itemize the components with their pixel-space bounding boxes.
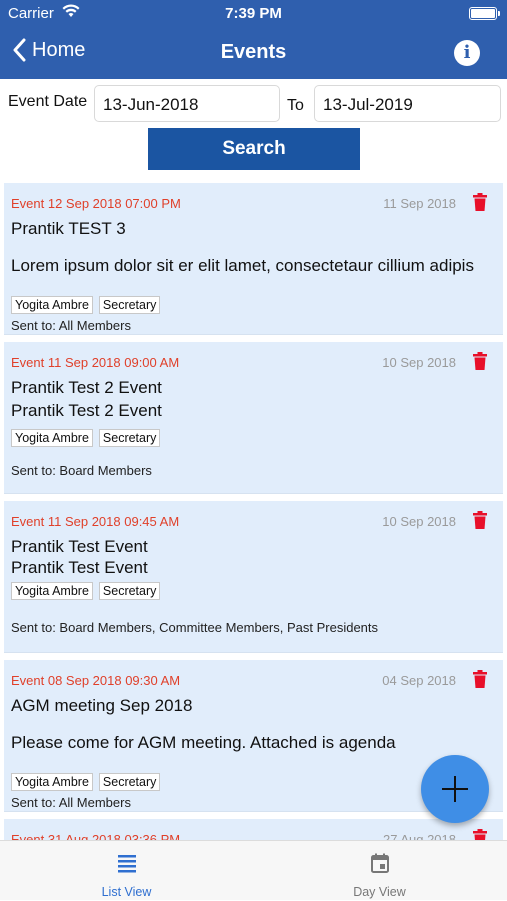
from-date-field[interactable]: 13-Jun-2018 xyxy=(94,85,280,122)
posted-date: 10 Sep 2018 xyxy=(382,355,456,370)
event-description: Lorem ipsum dolor sit er elit lamet, con… xyxy=(11,256,474,275)
posted-date: 11 Sep 2018 xyxy=(383,196,456,211)
add-event-button[interactable] xyxy=(421,755,489,823)
sent-to: Sent to: Board Members, Committee Member… xyxy=(11,620,379,635)
date-filter: Event Date 13-Jun-2018 To 13-Jul-2019 Se… xyxy=(0,79,507,181)
event-description: Prantik Test 2 Event xyxy=(11,401,162,420)
status-bar: Carrier 7:39 PM xyxy=(0,0,507,28)
info-icon[interactable]: i xyxy=(454,40,480,66)
tab-label: List View xyxy=(101,885,152,899)
event-title: Prantik Test 2 Event xyxy=(11,378,162,397)
trash-icon[interactable] xyxy=(473,511,487,534)
event-card[interactable]: Event 31 Aug 2018 03:36 PM 27 Aug 2018 xyxy=(4,819,503,840)
event-title: AGM meeting Sep 2018 xyxy=(11,696,193,715)
event-date-label: Event Date xyxy=(8,93,88,110)
author-name: Yogita Ambre xyxy=(11,296,93,314)
event-card[interactable]: Event 11 Sep 2018 09:00 AM 10 Sep 2018 P… xyxy=(4,342,503,494)
navigation-bar: Home Events i xyxy=(0,28,507,79)
posted-date: 10 Sep 2018 xyxy=(382,514,456,529)
author-name: Yogita Ambre xyxy=(11,582,93,600)
author-role: Secretary xyxy=(98,773,161,791)
clock: 7:39 PM xyxy=(225,5,282,22)
event-datetime: Event 11 Sep 2018 09:45 AM xyxy=(11,514,180,529)
author-role: Secretary xyxy=(98,296,161,314)
author-tags: Yogita Ambre Secretary xyxy=(11,296,161,314)
event-title: Prantik Test Event xyxy=(11,537,148,556)
trash-icon[interactable] xyxy=(473,193,487,216)
author-role: Secretary xyxy=(98,582,161,600)
author-tags: Yogita Ambre Secretary xyxy=(11,429,161,447)
tab-list-view[interactable]: List View xyxy=(0,841,253,901)
tab-bar: List View Day View xyxy=(0,840,507,900)
sent-to: Sent to: All Members xyxy=(11,795,131,810)
to-label: To xyxy=(287,97,304,114)
event-description: Prantik Test Event xyxy=(11,558,148,577)
sent-to: Sent to: All Members xyxy=(11,318,131,333)
list-icon xyxy=(117,855,136,873)
event-description: Please come for AGM meeting. Attached is… xyxy=(11,733,396,752)
author-role: Secretary xyxy=(98,429,161,447)
tab-label: Day View xyxy=(353,885,406,899)
tab-day-view[interactable]: Day View xyxy=(253,841,506,901)
author-name: Yogita Ambre xyxy=(11,773,93,791)
event-datetime: Event 12 Sep 2018 07:00 PM xyxy=(11,196,181,211)
event-card[interactable]: Event 11 Sep 2018 09:45 AM 10 Sep 2018 P… xyxy=(4,501,503,653)
trash-icon[interactable] xyxy=(473,829,487,840)
search-button[interactable]: Search xyxy=(148,128,360,170)
page-title: Events xyxy=(220,41,287,63)
author-tags: Yogita Ambre Secretary xyxy=(11,773,161,791)
battery-icon xyxy=(469,7,500,20)
event-title: Prantik TEST 3 xyxy=(11,219,126,238)
event-card[interactable]: Event 12 Sep 2018 07:00 PM 11 Sep 2018 P… xyxy=(4,183,503,335)
author-name: Yogita Ambre xyxy=(11,429,93,447)
posted-date: 27 Aug 2018 xyxy=(382,832,456,840)
calendar-icon xyxy=(370,853,389,873)
event-datetime: Event 08 Sep 2018 09:30 AM xyxy=(11,673,181,688)
trash-icon[interactable] xyxy=(473,352,487,375)
event-list[interactable]: Event 12 Sep 2018 07:00 PM 11 Sep 2018 P… xyxy=(0,181,507,840)
event-datetime: Event 11 Sep 2018 09:00 AM xyxy=(11,355,180,370)
posted-date: 04 Sep 2018 xyxy=(382,673,456,688)
event-datetime: Event 31 Aug 2018 03:36 PM xyxy=(11,832,181,840)
author-tags: Yogita Ambre Secretary xyxy=(11,582,161,600)
trash-icon[interactable] xyxy=(473,670,487,693)
to-date-field[interactable]: 13-Jul-2019 xyxy=(314,85,501,122)
sent-to: Sent to: Board Members xyxy=(11,463,152,478)
